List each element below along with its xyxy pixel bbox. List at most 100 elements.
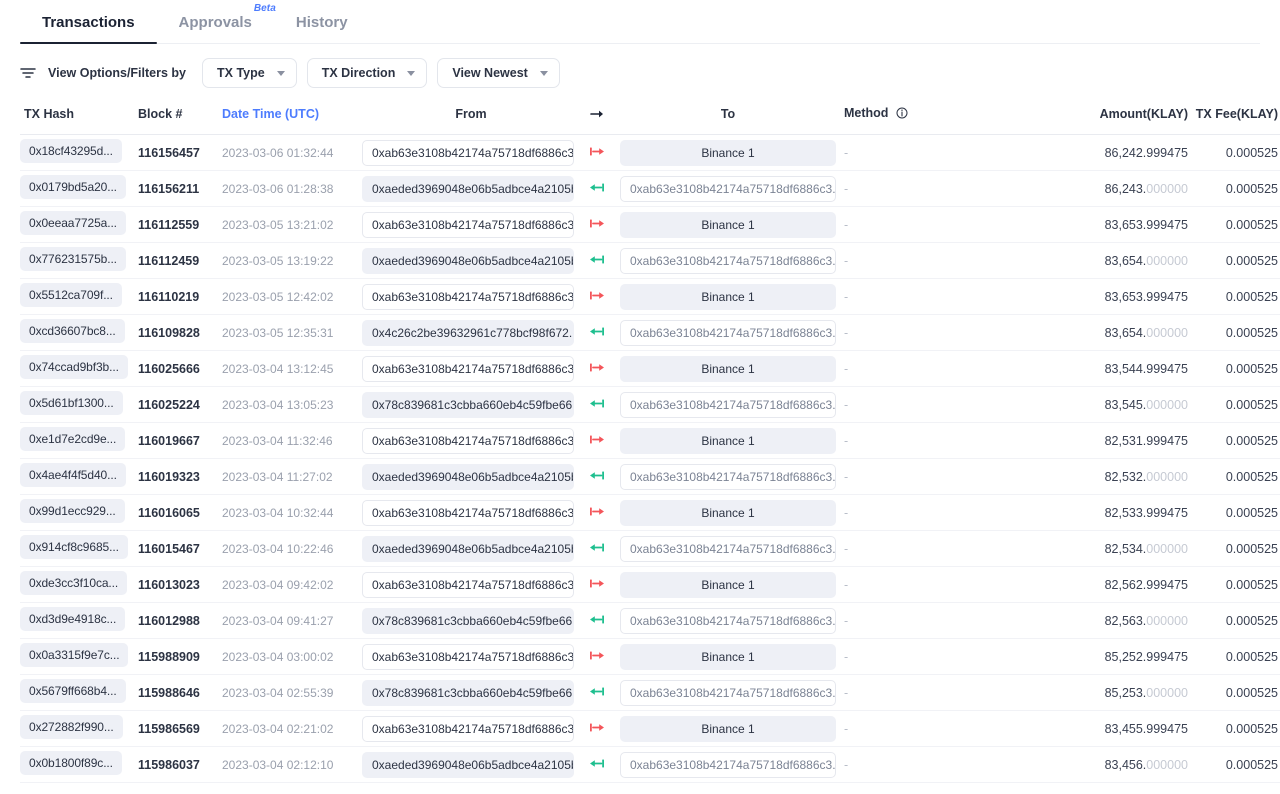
from-address-link[interactable]: 0xab63e3108b42174a75718df6886c3... [362, 499, 574, 526]
tx-hash-link[interactable]: 0x99d1ecc929... [20, 499, 125, 523]
to-label-link[interactable]: Binance 1 [620, 355, 836, 382]
tx-hash-link[interactable]: 0x74ccad9bf3b... [20, 355, 128, 379]
cell-block-number[interactable]: 116025224 [138, 387, 222, 423]
cell-block-number[interactable]: 116156457 [138, 135, 222, 171]
cell-block-number[interactable]: 116019323 [138, 459, 222, 495]
tx-type-dropdown[interactable]: TX Type [202, 58, 297, 88]
to-address-link[interactable]: 0xab63e3108b42174a75718df6886c3... [620, 607, 836, 634]
table-row[interactable]: 0x5679ff668b4... 115988646 2023-03-04 02:5… [20, 675, 1280, 711]
tx-hash-link[interactable]: 0x4ae4f4f5d40... [20, 463, 126, 487]
column-header-from[interactable]: From [362, 100, 580, 135]
tx-hash-link[interactable]: 0x914cf8c9685... [20, 535, 128, 559]
table-row[interactable]: 0x4ae4f4f5d40... 116019323 2023-03-04 11:2… [20, 459, 1280, 495]
to-label-link[interactable]: Binance 1 [620, 715, 836, 742]
cell-block-number[interactable]: 116109828 [138, 315, 222, 351]
tab-transactions[interactable]: Transactions [20, 15, 157, 44]
tx-hash-link[interactable]: 0x0179bd5a20... [20, 175, 126, 199]
cell-block-number[interactable]: 116013023 [138, 567, 222, 603]
from-address-link[interactable]: 0x78c839681c3cbba660eb4c59fbe66... [362, 607, 574, 634]
to-label-link[interactable]: Binance 1 [620, 283, 836, 310]
table-row[interactable]: 0x776231575b... 116112459 2023-03-05 13:19… [20, 243, 1280, 279]
to-address-link[interactable]: 0xab63e3108b42174a75718df6886c3... [620, 751, 836, 778]
from-address-link[interactable]: 0xaeded3969048e06b5adbce4a2105b... [362, 535, 574, 562]
cell-block-number[interactable]: 116012988 [138, 603, 222, 639]
info-icon[interactable] [896, 107, 908, 122]
to-address-link[interactable]: 0xab63e3108b42174a75718df6886c3... [620, 463, 836, 490]
tx-hash-link[interactable]: 0x5d61bf1300... [20, 391, 123, 415]
table-row[interactable]: 0xde3cc3f10ca... 116013023 2023-03-04 09:4… [20, 567, 1280, 603]
table-row[interactable]: 0xd3d9e4918c... 116012988 2023-03-04 09:41… [20, 603, 1280, 639]
cell-block-number[interactable]: 115986569 [138, 711, 222, 747]
to-address-link[interactable]: 0xab63e3108b42174a75718df6886c3... [620, 679, 836, 706]
from-address-link[interactable]: 0x78c839681c3cbba660eb4c59fbe66... [362, 679, 574, 706]
from-address-link[interactable]: 0xab63e3108b42174a75718df6886c3... [362, 139, 574, 166]
tab-history[interactable]: History [274, 15, 370, 44]
from-address-link[interactable]: 0xab63e3108b42174a75718df6886c3... [362, 355, 574, 382]
to-label-link[interactable]: Binance 1 [620, 427, 836, 454]
tx-hash-link[interactable]: 0x776231575b... [20, 247, 126, 271]
from-address-link[interactable]: 0xaeded3969048e06b5adbce4a2105b... [362, 247, 574, 274]
cell-block-number[interactable]: 116110219 [138, 279, 222, 315]
from-address-link[interactable]: 0xaeded3969048e06b5adbce4a2105b... [362, 175, 574, 202]
to-address-link[interactable]: 0xab63e3108b42174a75718df6886c3... [620, 391, 836, 418]
table-row[interactable]: 0x0179bd5a20... 116156211 2023-03-06 01:28… [20, 171, 1280, 207]
to-label-link[interactable]: Binance 1 [620, 571, 836, 598]
cell-block-number[interactable]: 116156211 [138, 171, 222, 207]
table-row[interactable]: 0x272882f990... 115986569 2023-03-04 02:21… [20, 711, 1280, 747]
to-label-link[interactable]: Binance 1 [620, 643, 836, 670]
table-row[interactable]: 0x5d61bf1300... 116025224 2023-03-04 13:05… [20, 387, 1280, 423]
from-address-link[interactable]: 0xab63e3108b42174a75718df6886c3... [362, 427, 574, 454]
cell-block-number[interactable]: 116112459 [138, 243, 222, 279]
tx-hash-link[interactable]: 0xcd36607bc8... [20, 319, 125, 343]
tx-hash-link[interactable]: 0xde3cc3f10ca... [20, 571, 128, 595]
cell-block-number[interactable]: 115988909 [138, 639, 222, 675]
table-row[interactable]: 0x74ccad9bf3b... 116025666 2023-03-04 13:1… [20, 351, 1280, 387]
column-header-date[interactable]: Date Time (UTC) [222, 100, 362, 135]
to-label-link[interactable]: Binance 1 [620, 499, 836, 526]
from-address-link[interactable]: 0xab63e3108b42174a75718df6886c3... [362, 283, 574, 310]
table-row[interactable]: 0x0eeaa7725a... 116112559 2023-03-05 13:21… [20, 207, 1280, 243]
tx-hash-link[interactable]: 0x0a3315f9e7c... [20, 643, 129, 667]
cell-block-number[interactable]: 116025666 [138, 351, 222, 387]
cell-block-number[interactable]: 116015467 [138, 531, 222, 567]
from-address-link[interactable]: 0xab63e3108b42174a75718df6886c3... [362, 643, 574, 670]
column-header-tx-hash[interactable]: TX Hash [20, 100, 138, 135]
from-address-link[interactable]: 0xaeded3969048e06b5adbce4a2105b... [362, 463, 574, 490]
to-address-link[interactable]: 0xab63e3108b42174a75718df6886c3... [620, 319, 836, 346]
tx-hash-link[interactable]: 0x0eeaa7725a... [20, 211, 126, 235]
cell-block-number[interactable]: 115988646 [138, 675, 222, 711]
cell-block-number[interactable]: 116019667 [138, 423, 222, 459]
to-address-link[interactable]: 0xab63e3108b42174a75718df6886c3... [620, 175, 836, 202]
cell-block-number[interactable]: 116016065 [138, 495, 222, 531]
column-header-block[interactable]: Block # [138, 100, 222, 135]
from-address-link[interactable]: 0x78c839681c3cbba660eb4c59fbe66... [362, 391, 574, 418]
from-address-link[interactable]: 0xaeded3969048e06b5adbce4a2105b... [362, 751, 574, 778]
from-address-link[interactable]: 0x4c26c2be39632961c778bcf98f672... [362, 319, 574, 346]
tx-hash-link[interactable]: 0xe1d7e2cd9e... [20, 427, 126, 451]
table-row[interactable]: 0x99d1ecc929... 116016065 2023-03-04 10:32… [20, 495, 1280, 531]
table-row[interactable]: 0x5512ca709f... 116110219 2023-03-05 12:42… [20, 279, 1280, 315]
column-header-amount[interactable]: Amount(KLAY) [1038, 100, 1188, 135]
from-address-link[interactable]: 0xab63e3108b42174a75718df6886c3... [362, 715, 574, 742]
table-row[interactable]: 0x0a3315f9e7c... 115988909 2023-03-04 03:0… [20, 639, 1280, 675]
table-row[interactable]: 0xe1d7e2cd9e... 116019667 2023-03-04 11:32… [20, 423, 1280, 459]
column-header-method[interactable]: Method [842, 100, 1038, 135]
tx-hash-link[interactable]: 0x0b1800f89c... [20, 751, 122, 775]
from-address-link[interactable]: 0xab63e3108b42174a75718df6886c3... [362, 211, 574, 238]
from-address-link[interactable]: 0xab63e3108b42174a75718df6886c3... [362, 571, 574, 598]
to-label-link[interactable]: Binance 1 [620, 139, 836, 166]
cell-block-number[interactable]: 116112559 [138, 207, 222, 243]
tx-direction-dropdown[interactable]: TX Direction [306, 58, 428, 88]
table-row[interactable]: 0xcd36607bc8... 116109828 2023-03-05 12:35… [20, 315, 1280, 351]
tx-hash-link[interactable]: 0x5512ca709f... [20, 283, 122, 307]
column-header-tx-fee[interactable]: TX Fee(KLAY) [1188, 100, 1280, 135]
column-header-to[interactable]: To [614, 100, 842, 135]
tx-hash-link[interactable]: 0x5679ff668b4... [20, 679, 126, 703]
tx-hash-link[interactable]: 0x18cf43295d... [20, 139, 122, 163]
tx-hash-link[interactable]: 0x272882f990... [20, 715, 123, 739]
to-address-link[interactable]: 0xab63e3108b42174a75718df6886c3... [620, 247, 836, 274]
view-newest-dropdown[interactable]: View Newest [437, 58, 560, 88]
to-label-link[interactable]: Binance 1 [620, 211, 836, 238]
table-row[interactable]: 0x914cf8c9685... 116015467 2023-03-04 10:2… [20, 531, 1280, 567]
table-row[interactable]: 0x0b1800f89c... 115986037 2023-03-04 02:12… [20, 747, 1280, 783]
